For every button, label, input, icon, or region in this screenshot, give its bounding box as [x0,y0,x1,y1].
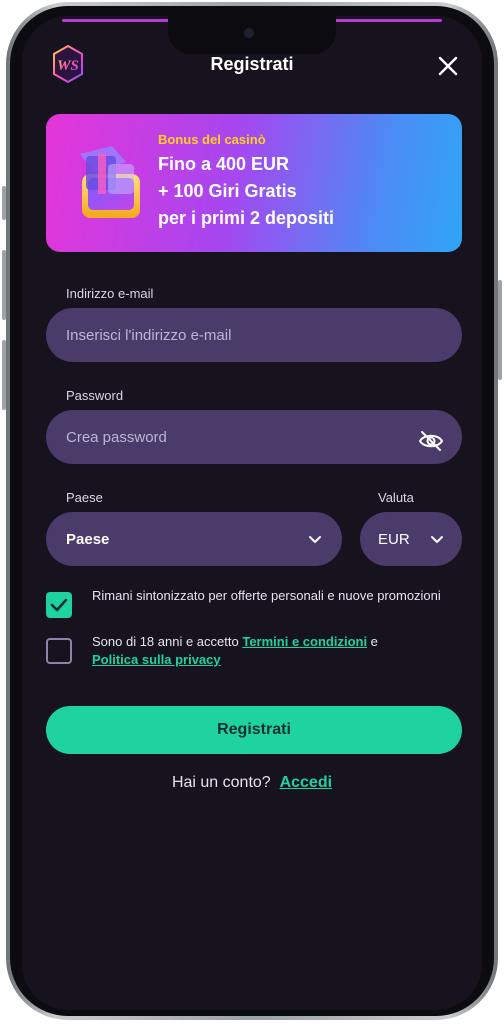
gift-box-icon [80,146,140,218]
country-select[interactable]: Paese [46,512,342,566]
password-label: Password [66,388,124,403]
terms-and: e [367,634,378,649]
terms-link[interactable]: Termini e condizioni [242,634,367,649]
page-title: Registrati [210,54,294,74]
promo-consent-text: Rimani sintonizzato per offerte personal… [92,588,441,603]
currency-value: EUR [378,530,410,548]
promo-checkbox[interactable] [46,592,72,618]
bonus-line-1: Fino a 400 EUR [158,154,290,174]
terms-prefix: Sono di 18 anni e accetto [92,634,243,649]
bonus-text: Bonus del casinò Fino a 400 EUR + 100 Gi… [158,132,334,232]
bonus-line-2: + 100 Giri Gratis [158,181,297,201]
bonus-banner[interactable]: Bonus del casinò Fino a 400 EUR + 100 Gi… [46,114,462,252]
terms-checkbox[interactable] [46,638,72,664]
email-input[interactable] [46,308,462,362]
login-link[interactable]: Accedi [280,774,332,791]
chevron-down-icon [431,536,443,543]
country-value: Paese [66,530,110,548]
notch [168,16,336,54]
close-icon[interactable] [436,54,460,78]
login-prompt: Hai un conto? [171,774,271,791]
terms-consent-text: Sono di 18 anni e accetto Termini e cond… [92,633,462,669]
app-screen: WS Registrati Bonus del casinò Fino a 40… [22,16,482,1010]
password-input[interactable] [46,410,462,464]
bonus-label: Bonus del casinò [158,132,266,147]
bonus-line-3: per i primi 2 depositi [158,208,335,228]
country-label: Paese [66,490,103,505]
login-prompt-row: Hai un conto? Accedi [22,774,482,792]
privacy-link[interactable]: Politica sulla privacy [92,652,221,667]
side-button-left-2 [2,250,6,320]
register-button[interactable]: Registrati [46,706,462,754]
check-icon [50,598,68,612]
camera-dot [244,28,254,38]
currency-label: Valuta [378,490,414,505]
eye-off-icon[interactable] [418,430,444,452]
side-button-right [498,280,502,380]
email-label: Indirizzo e-mail [66,286,154,301]
currency-select[interactable]: EUR [360,512,462,566]
chevron-down-icon [309,536,321,543]
side-button-left-1 [2,186,6,220]
side-button-left-3 [2,340,6,410]
